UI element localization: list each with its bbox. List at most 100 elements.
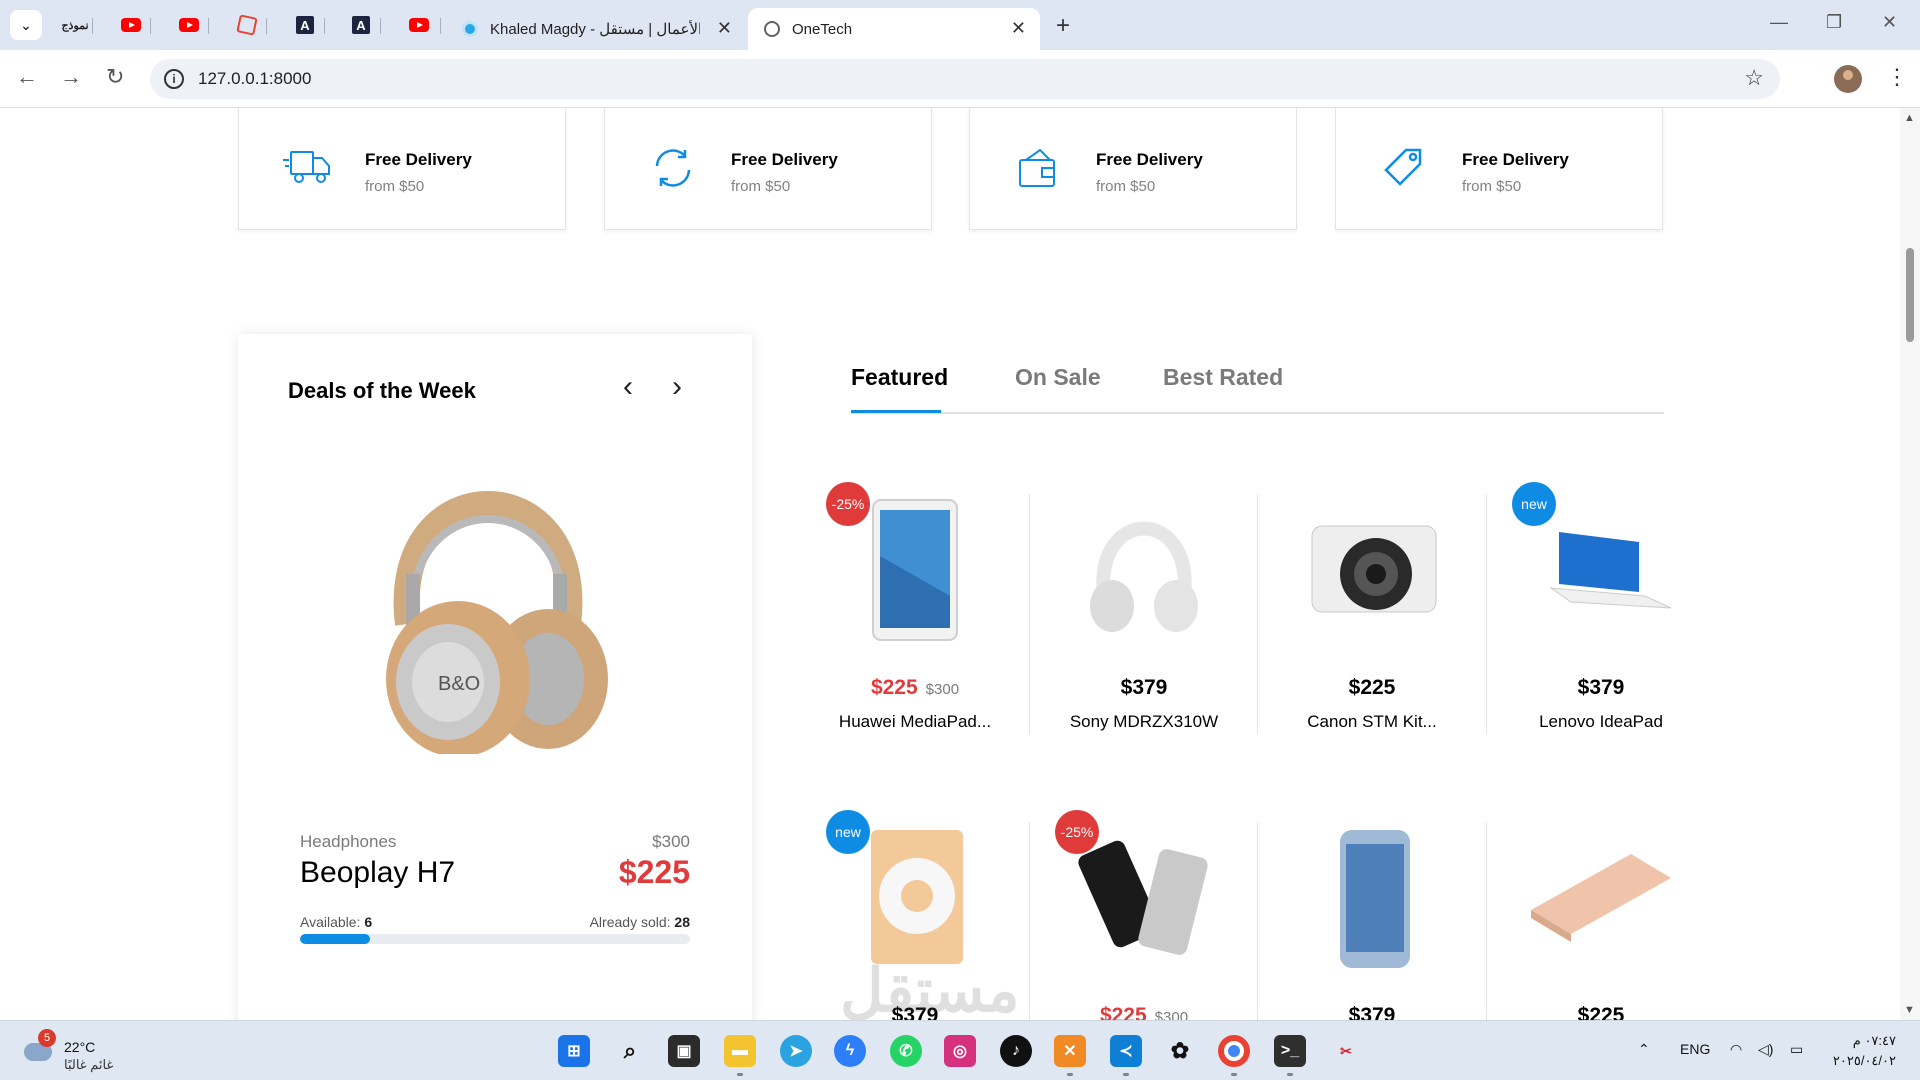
pinned-tab-6[interactable]: A	[348, 12, 374, 38]
file-explorer-button[interactable]: ▬	[724, 1035, 756, 1067]
task-view-button[interactable]: ▣	[668, 1035, 700, 1067]
discount-badge: -25%	[1055, 810, 1099, 854]
product-card[interactable]: $379 Lenovo IdeaPad	[1487, 496, 1715, 736]
tab-khaled-magdy[interactable]: Khaled Magdy - الأعمال | مستقل ✕	[446, 8, 746, 50]
pinned-tab-4[interactable]	[234, 12, 260, 38]
show-hidden-icons-button[interactable]: ⌃	[1638, 1041, 1650, 1058]
tab-on-sale[interactable]: On Sale	[1015, 364, 1101, 391]
deals-next-button[interactable]: ›	[672, 370, 682, 404]
browser-menu-button[interactable]: ⋮	[1886, 64, 1908, 90]
deal-product-name[interactable]: Beoplay H7	[300, 856, 455, 890]
laravel-icon	[236, 14, 258, 36]
bookmark-star-icon[interactable]: ☆	[1744, 65, 1764, 91]
snipping-icon: ✂	[1340, 1042, 1352, 1059]
scroll-thumb[interactable]	[1906, 248, 1914, 342]
tab-separator	[324, 18, 325, 34]
restore-button[interactable]: ❐	[1826, 12, 1842, 33]
pinned-tab-5[interactable]: A	[292, 12, 318, 38]
running-indicator	[1067, 1073, 1073, 1076]
telegram-button[interactable]: ➤	[780, 1035, 812, 1067]
product-price-line: $225	[1487, 1004, 1715, 1020]
chrome-button[interactable]	[1218, 1035, 1250, 1067]
product-card[interactable]: $225 Canon STM Kit...	[1258, 496, 1486, 736]
scroll-down-icon[interactable]: ▼	[1904, 1004, 1915, 1016]
reload-button[interactable]: ↻	[106, 64, 124, 90]
feature-subtitle: from $50	[731, 178, 791, 195]
battery-icon[interactable]: ▭	[1790, 1041, 1803, 1058]
feature-title: Free Delivery	[1462, 150, 1569, 169]
close-icon[interactable]: ✕	[1011, 18, 1026, 39]
tab-separator	[92, 18, 93, 34]
product-card[interactable]: $379	[1258, 824, 1486, 1020]
product-price: $225	[1348, 676, 1396, 699]
messenger-button[interactable]: ϟ	[834, 1035, 866, 1067]
delivery-truck-icon	[283, 151, 330, 183]
product-card[interactable]: $379 Sony MDRZX310W	[1030, 496, 1258, 736]
sold-label: Already sold:	[589, 914, 671, 930]
site-info-icon[interactable]: i	[164, 69, 184, 89]
terminal-icon: >_	[1280, 1042, 1300, 1059]
url-text[interactable]: 127.0.0.1:8000	[198, 69, 311, 89]
page-scrollbar[interactable]: ▲ ▼	[1900, 108, 1920, 1020]
back-button[interactable]: ←	[16, 64, 38, 90]
deal-sold: Already sold: 28	[590, 914, 690, 930]
feature-box: Free Delivery from $50	[1335, 108, 1663, 230]
tab-best-rated[interactable]: Best Rated	[1163, 364, 1283, 391]
product-name[interactable]: Huawei MediaPad...	[801, 712, 1029, 732]
tiktok-icon: ♪	[1012, 1042, 1020, 1059]
system-clock[interactable]: ٠٧:٤٧ م ٢٠٢٥/٠٤/٠٢	[1833, 1031, 1896, 1071]
tab-search-button[interactable]: ⌄	[10, 10, 42, 40]
deal-price: $225	[618, 854, 690, 890]
pinned-tab-7[interactable]	[406, 12, 432, 38]
tab-featured[interactable]: Featured	[851, 364, 948, 391]
feature-subtitle: from $50	[1462, 178, 1522, 195]
product-price: $225	[1577, 1004, 1625, 1020]
close-window-button[interactable]: ✕	[1882, 12, 1897, 33]
scroll-up-icon[interactable]: ▲	[1904, 112, 1915, 124]
minimize-button[interactable]: —	[1770, 12, 1788, 33]
available-label: Available:	[300, 914, 361, 930]
language-indicator[interactable]: ENG	[1680, 1041, 1710, 1057]
chrome-icon	[1228, 1045, 1240, 1057]
start-button[interactable]: ⊞	[558, 1035, 590, 1067]
product-price: $225	[870, 676, 918, 699]
pinned-tab-1[interactable]: نموذج	[61, 12, 88, 38]
speaker-icon[interactable]: ◁)	[1758, 1041, 1773, 1058]
minimize-icon: —	[1770, 12, 1788, 32]
terminal-button[interactable]: >_	[1274, 1035, 1306, 1067]
deal-progress-fill	[300, 934, 371, 944]
pinned-tab-2[interactable]	[118, 12, 144, 38]
tiktok-button[interactable]: ♪	[1000, 1035, 1032, 1067]
product-card[interactable]: $225 $300 Huawei MediaPad...	[801, 496, 1029, 736]
whatsapp-button[interactable]: ✆	[890, 1035, 922, 1067]
instagram-button[interactable]: ◎	[944, 1035, 976, 1067]
tab-onetech[interactable]: OneTech ✕	[748, 8, 1040, 50]
windows-taskbar: 5 22°C غائم غالبًا ⊞ ⌕ ▣ ▬ ➤ ϟ ✆ ◎ ♪ ✕ ≺…	[0, 1020, 1920, 1080]
wifi-icon[interactable]: ◠	[1730, 1041, 1742, 1058]
forward-button[interactable]: →	[60, 64, 82, 90]
snipping-tool-button[interactable]: ✂	[1330, 1035, 1362, 1067]
deals-prev-button[interactable]: ‹	[623, 370, 633, 404]
profile-avatar[interactable]	[1834, 65, 1862, 93]
close-icon[interactable]: ✕	[717, 18, 732, 39]
pinned-tab-3[interactable]	[176, 12, 202, 38]
search-button[interactable]: ⌕	[614, 1035, 646, 1067]
xampp-button[interactable]: ✕	[1054, 1035, 1086, 1067]
product-name[interactable]: Canon STM Kit...	[1258, 712, 1486, 732]
chatgpt-button[interactable]: ✿	[1164, 1035, 1196, 1067]
samsung-phone-image	[1340, 830, 1410, 968]
power-bank-image	[1531, 854, 1671, 942]
camera-image	[1311, 525, 1437, 613]
new-tab-button[interactable]: +	[1056, 12, 1070, 40]
product-name[interactable]: Lenovo IdeaPad	[1487, 712, 1715, 732]
chevron-up-icon: ⌃	[1638, 1041, 1650, 1057]
product-name[interactable]: Sony MDRZX310W	[1030, 712, 1258, 732]
arrow-left-icon: ←	[16, 64, 38, 89]
address-bar[interactable]: i 127.0.0.1:8000 ☆	[150, 59, 1780, 99]
vscode-button[interactable]: ≺	[1110, 1035, 1142, 1067]
product-old-price: $300	[1154, 1009, 1189, 1020]
headphones-image[interactable]: B&O	[348, 424, 628, 754]
youtube-icon	[409, 18, 429, 32]
product-card[interactable]: $225	[1487, 824, 1715, 1020]
kebab-menu-icon: ⋮	[1886, 64, 1908, 89]
